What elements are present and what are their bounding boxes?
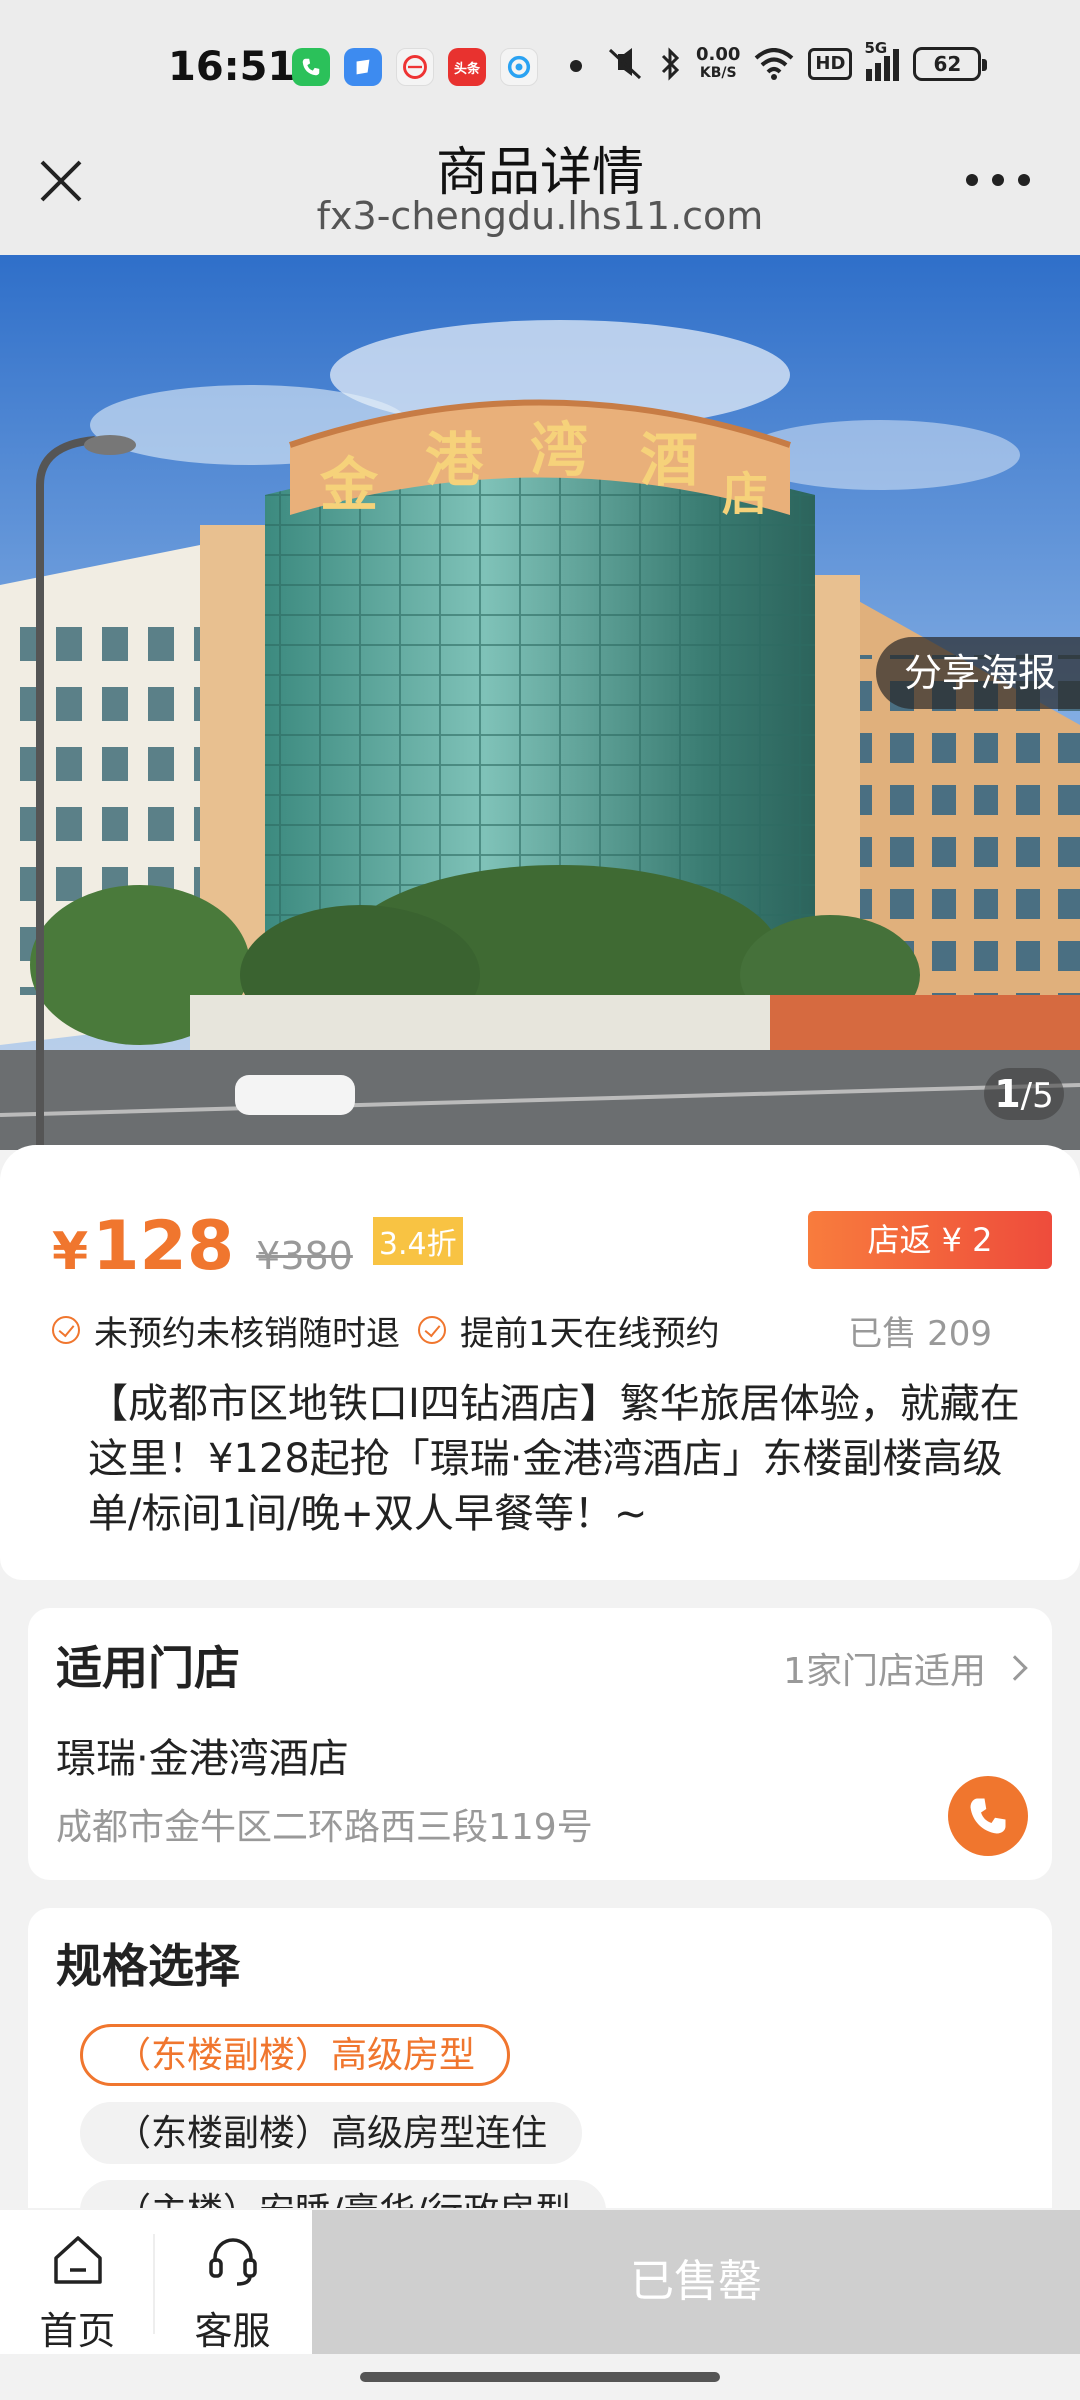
signal-icon: 5G (864, 39, 900, 81)
gesture-bar[interactable] (360, 2372, 720, 2382)
currency-symbol: ¥ (52, 1222, 89, 1282)
home-icon (53, 2236, 102, 2284)
status-time: 16:51 (168, 44, 296, 90)
sign-char-1: 金 (320, 451, 379, 519)
store-address: 成都市金牛区二环路西三段119号 (56, 1807, 593, 1848)
price-value: 128 (92, 1207, 235, 1286)
image-counter-current: 1 (994, 1072, 1021, 1116)
store-section-title: 适用门店 (56, 1641, 240, 1695)
spec-option[interactable]: （主楼）安睡/豪华/行政房型 (80, 2180, 607, 2208)
home-label: 首页 (39, 2309, 116, 2353)
store-rebate-badge: 店返 ¥ 2 (808, 1211, 1052, 1269)
price-row: ¥128 ¥380 3.4折 (52, 1207, 463, 1286)
system-status-icons: 0.00 KB/S HD 5G 62 (606, 39, 988, 82)
notification-dot (570, 60, 582, 72)
chevron-right-icon (1002, 1655, 1028, 1681)
hd-badge: HD (808, 48, 853, 80)
image-counter: 1/5 (984, 1068, 1064, 1120)
store-count-link[interactable]: 1家门店适用 (783, 1642, 1028, 1694)
original-price: ¥380 (256, 1234, 353, 1278)
customer-service-button[interactable]: 客服 (155, 2210, 310, 2354)
sold-count: 已售 209 (848, 1313, 992, 1354)
store-count-label: 1家门店适用 (783, 1651, 986, 1692)
browser-app-icon (500, 48, 538, 86)
image-counter-total: /5 (1020, 1076, 1054, 1116)
toutiao-label: 头条 (453, 61, 480, 77)
notification-icons: 头条 (292, 48, 538, 86)
check-circle-icon (52, 1316, 80, 1344)
product-info-card: ¥128 ¥380 3.4折 店返 ¥ 2 未预约未核销随时退 提前1天在线预约… (0, 1145, 1080, 1580)
bottom-action-bar: 首页 客服 已售罄 (0, 2210, 1080, 2354)
more-icon[interactable] (966, 170, 1030, 190)
wifi-icon (755, 48, 794, 80)
sign-char-3: 湾 (530, 416, 588, 484)
sign-char-5: 店 (722, 467, 768, 521)
mute-icon (608, 48, 642, 80)
spec-selection-card: 规格选择 （东楼副楼）高级房型 （东楼副楼）高级房型连住 （主楼）安睡/豪华/行… (28, 1908, 1052, 2208)
product-description: 【成都市区地铁口I四钻酒店】繁华旅居体验，就藏在这里！¥128起抢「璟瑞·金港湾… (88, 1381, 1020, 1537)
signal-label: 5G (864, 39, 888, 57)
toutiao-app-icon: 头条 (448, 48, 486, 86)
tag-booking: 提前1天在线预约 (418, 1306, 720, 1355)
tag-label: 提前1天在线预约 (460, 1313, 720, 1354)
service-label: 客服 (194, 2309, 271, 2353)
status-bar: 16:51 头条 0.00 KB/S HD 5G 62 (0, 0, 1080, 130)
network-speed: 0.00 KB/S (696, 46, 740, 82)
tag-label: 未预约未核销随时退 (94, 1313, 400, 1354)
phone-app-icon (292, 48, 330, 86)
headset-icon (208, 2238, 257, 2286)
store-name: 璟瑞·金港湾酒店 (56, 1736, 349, 1782)
home-button[interactable]: 首页 (0, 2210, 155, 2354)
message-app-icon (344, 48, 382, 86)
spec-option-selected[interactable]: （东楼副楼）高级房型 (80, 2024, 511, 2086)
discount-badge: 3.4折 (372, 1216, 463, 1265)
phone-icon (970, 1798, 1006, 1834)
spec-section-title: 规格选择 (56, 1939, 240, 1993)
check-circle-icon (418, 1316, 446, 1344)
sign-char-2: 港 (425, 426, 484, 494)
call-store-button[interactable] (948, 1776, 1028, 1856)
page-url: fx3-chengdu.lhs11.com (316, 194, 764, 238)
telecom-app-icon (396, 48, 434, 86)
applicable-store-card: 适用门店 1家门店适用 璟瑞·金港湾酒店 成都市金牛区二环路西三段119号 (28, 1608, 1052, 1880)
share-poster-button[interactable]: 分享海报 (875, 637, 1080, 709)
tag-refund: 未预约未核销随时退 (52, 1306, 400, 1355)
speed-unit: KB/S (699, 65, 737, 81)
sold-out-button[interactable]: 已售罄 (312, 2210, 1080, 2354)
service-tags: 未预约未核销随时退 提前1天在线预约 已售 209 (52, 1305, 1012, 1355)
product-image-carousel[interactable]: 金 港 湾 酒 店 分享海报 (0, 255, 1080, 1150)
current-price: ¥128 (52, 1207, 234, 1286)
nav-header: 商品详情 fx3-chengdu.lhs11.com (0, 130, 1080, 255)
battery-indicator: 62 (913, 47, 988, 81)
sign-char-4: 酒 (640, 426, 698, 494)
speed-value: 0.00 (696, 44, 741, 65)
bluetooth-icon (661, 47, 680, 81)
spec-option[interactable]: （东楼副楼）高级房型连住 (80, 2102, 583, 2164)
gesture-area (0, 2354, 1080, 2400)
